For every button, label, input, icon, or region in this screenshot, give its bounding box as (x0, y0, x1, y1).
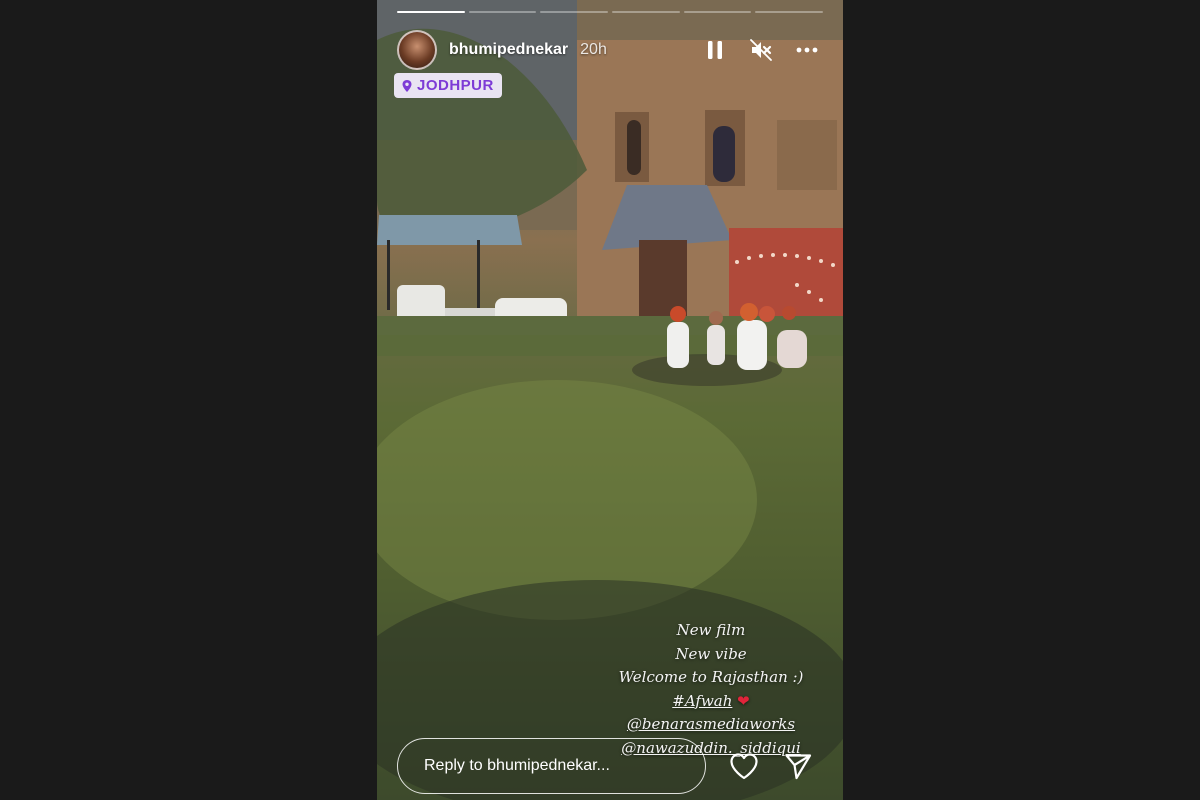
story-controls (703, 38, 829, 62)
story-viewer: bhumipednekar 20h JODHPUR New film New v… (377, 0, 843, 800)
progress-segment (397, 11, 465, 13)
progress-segment (683, 11, 752, 13)
heart-emoji: ❤ (737, 691, 750, 710)
caption-line: New vibe (675, 644, 747, 663)
progress-segment (755, 11, 824, 13)
location-sticker[interactable]: JODHPUR (394, 73, 502, 98)
caption-line: New film (676, 621, 746, 639)
avatar[interactable] (397, 30, 437, 70)
muted-speaker-icon[interactable] (749, 38, 773, 62)
more-options-icon[interactable] (795, 38, 819, 62)
caption-hashtag-line: #Afwah ❤ (601, 690, 821, 714)
time-ago: 20h (580, 41, 607, 58)
story-header: bhumipednekar 20h (397, 28, 829, 72)
location-pin-icon (402, 79, 412, 92)
progress-segment (540, 11, 609, 13)
heart-icon[interactable] (728, 750, 760, 782)
pause-icon[interactable] (703, 38, 727, 62)
story-progress-bar (397, 11, 824, 13)
caption-line: Welcome to Rajasthan :) (618, 668, 804, 686)
username-link[interactable]: bhumipednekar (449, 41, 568, 59)
story-footer: Reply to bhumipednekar... (397, 738, 815, 794)
location-label: JODHPUR (417, 77, 494, 94)
send-icon[interactable] (782, 750, 814, 782)
reply-input[interactable]: Reply to bhumipednekar... (397, 738, 706, 794)
progress-segment (612, 11, 680, 13)
progress-segment (468, 11, 537, 13)
hashtag-link[interactable]: #Afwah (672, 692, 732, 710)
mention-link[interactable]: @benarasmediaworks (601, 713, 821, 737)
